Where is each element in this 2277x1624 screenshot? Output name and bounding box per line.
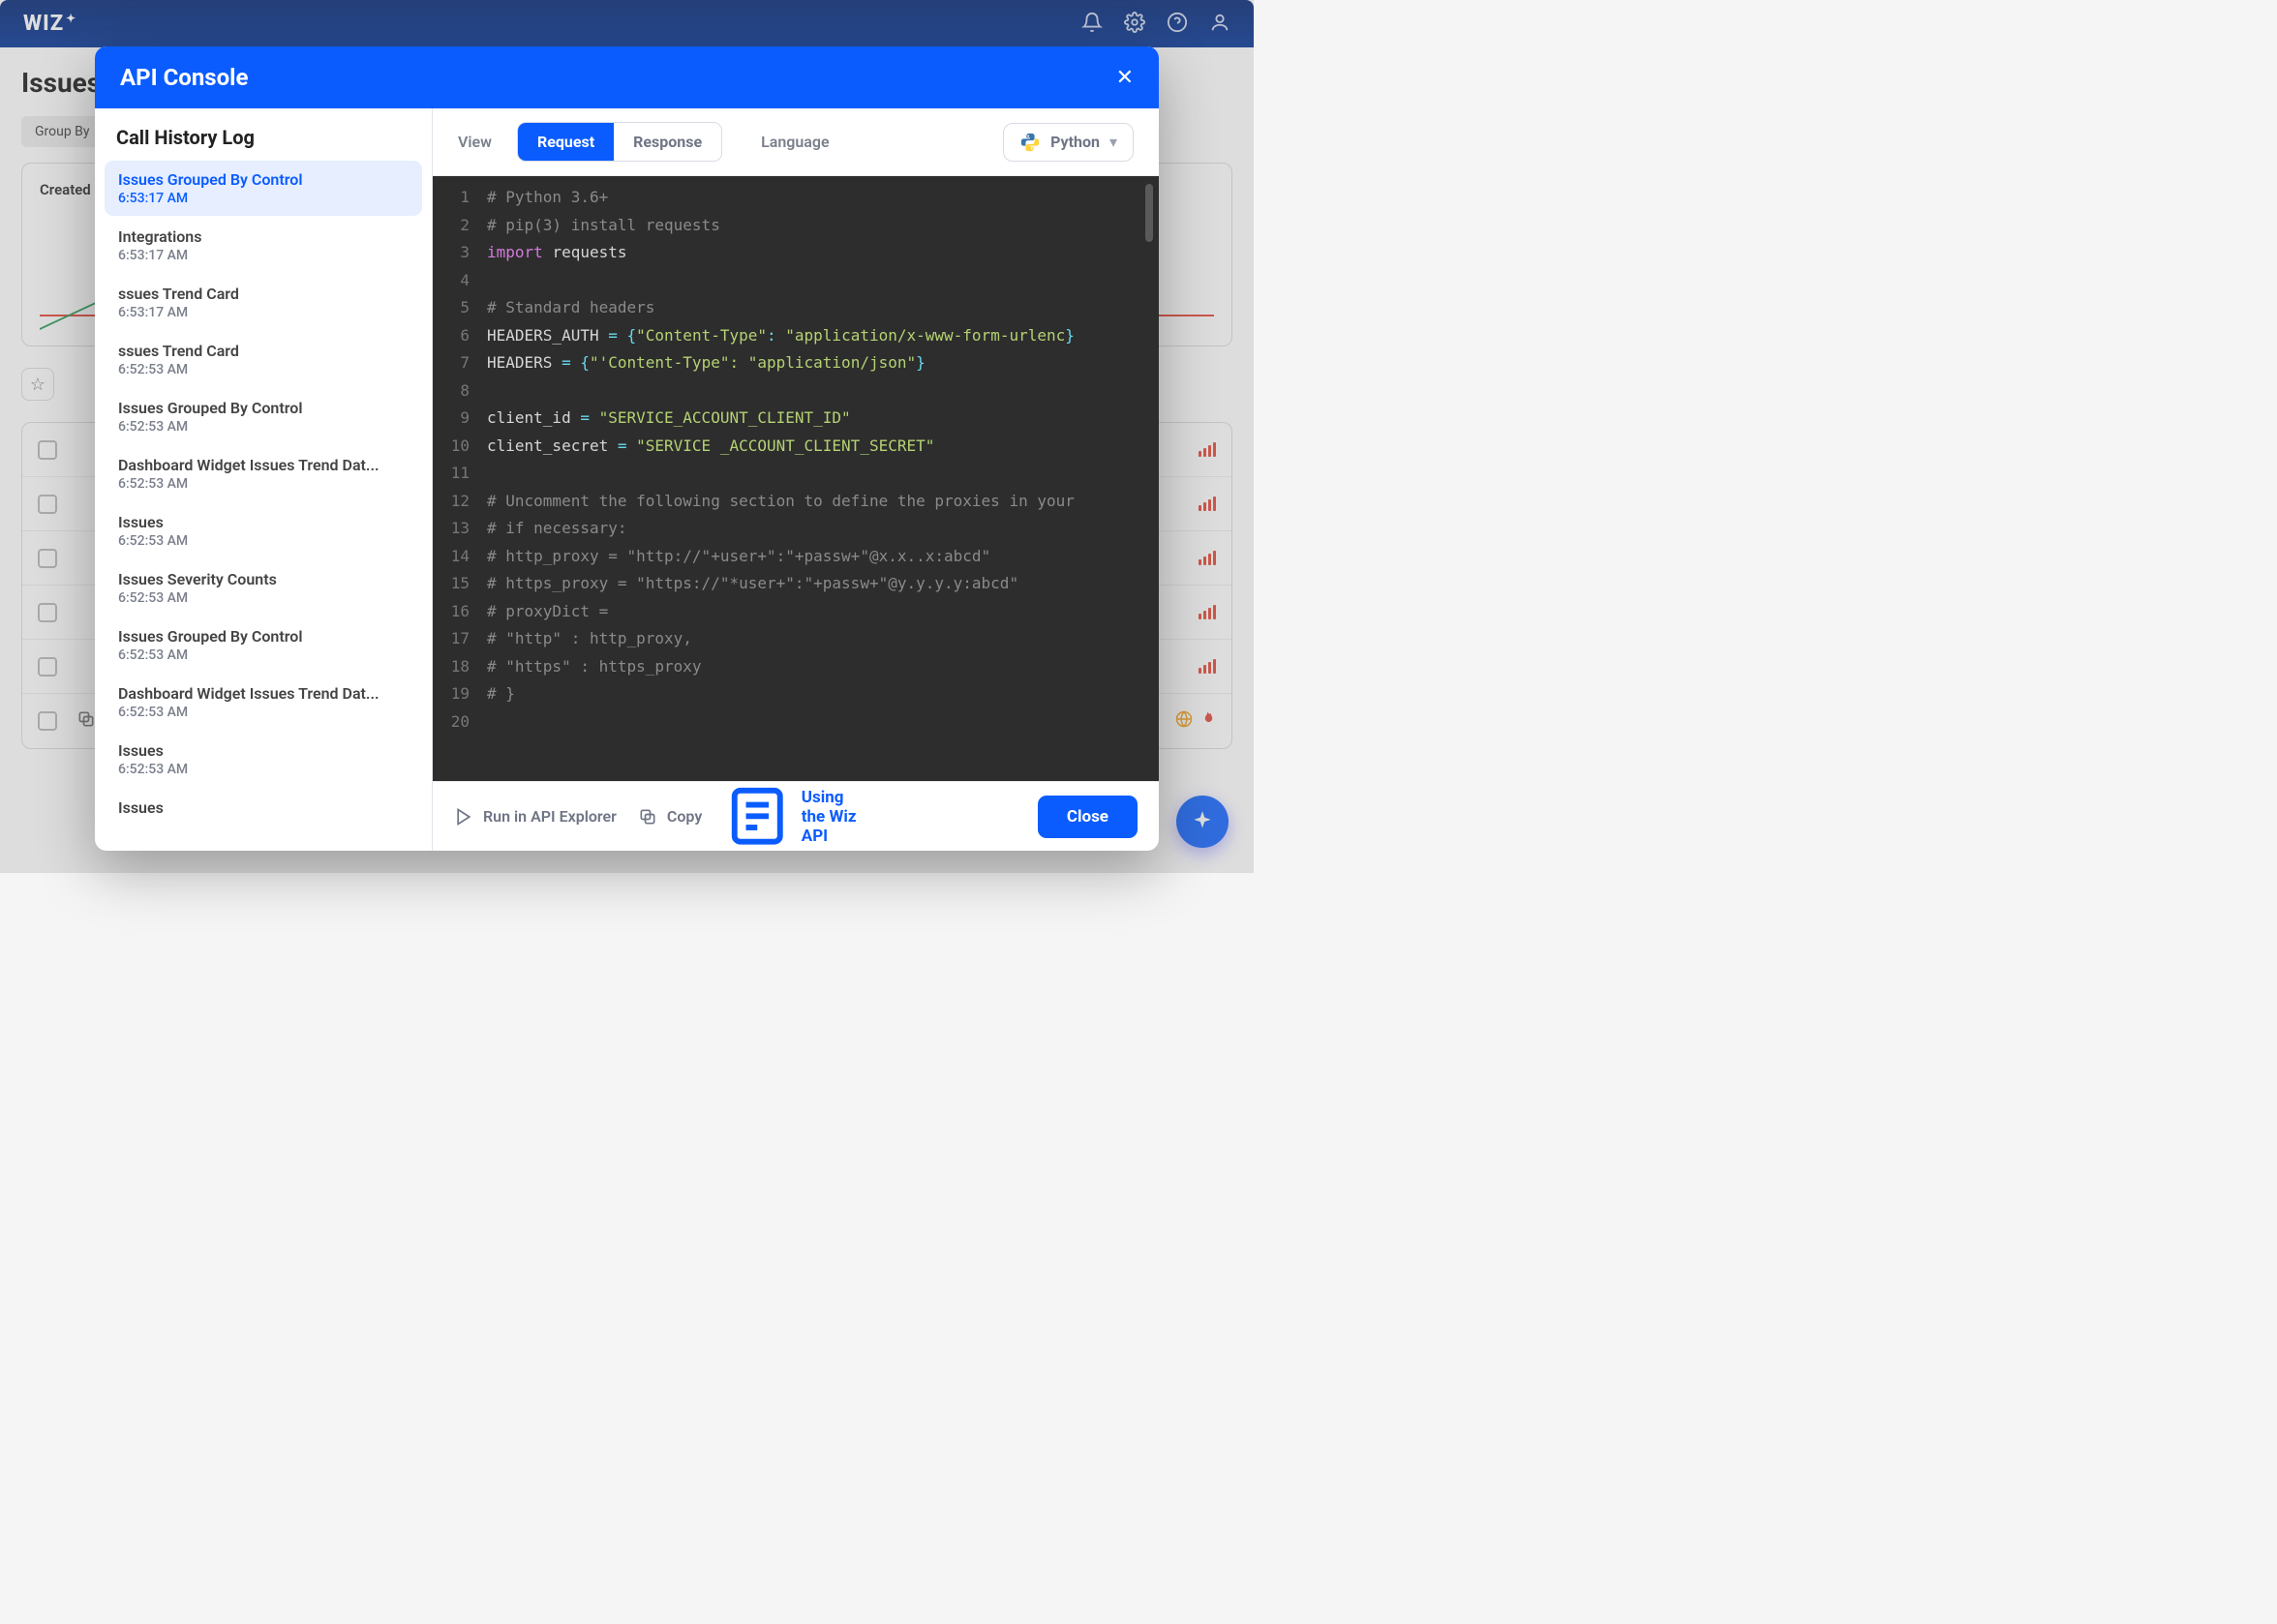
docs-label: Using the Wiz API	[802, 788, 865, 846]
history-item[interactable]: Issues Grouped By Control6:52:53 AM	[105, 617, 422, 673]
history-item[interactable]: ssues Trend Card 6:52:53 AM	[105, 332, 422, 387]
history-item[interactable]: Dashboard Widget Issues Trend Dat... 6:52…	[105, 675, 422, 730]
code-editor[interactable]: 1# Python 3.6+2# pip(3) install requests…	[433, 176, 1159, 781]
request-response-segment: Request Response	[517, 122, 722, 162]
language-select[interactable]: Python ▾	[1003, 123, 1134, 162]
close-button[interactable]: Close	[1038, 796, 1138, 838]
history-item-name: Issues	[118, 798, 409, 817]
tab-language[interactable]: Language	[761, 133, 830, 151]
python-icon	[1019, 132, 1041, 153]
tabs-bar: View Request Response Language Python ▾	[433, 108, 1159, 176]
history-item-name: Issues	[118, 741, 409, 760]
history-item-name: ssues Trend Card	[118, 342, 409, 360]
run-label: Run in API Explorer	[483, 807, 617, 826]
history-item-time: 6:52:53 AM	[118, 590, 409, 606]
history-item[interactable]: Issues Grouped By Control 6:53:17 AM	[105, 161, 422, 216]
language-label: Python	[1050, 133, 1100, 151]
history-item-time: 6:52:53 AM	[118, 647, 409, 663]
modal-overlay: API Console ✕ Call History Log Issues Gr…	[0, 0, 1254, 873]
tab-view[interactable]: View	[458, 133, 492, 151]
copy-icon	[638, 807, 657, 827]
history-item-time: 6:52:53 AM	[118, 419, 409, 435]
history-item-name: Issues Severity Counts	[118, 570, 409, 588]
history-item[interactable]: Issues Grouped By Control 6:52:53 AM	[105, 389, 422, 444]
history-item-time: 6:52:53 AM	[118, 533, 409, 549]
history-item[interactable]: Issues	[105, 789, 422, 827]
run-button[interactable]: Run in API Explorer	[454, 807, 617, 827]
history-item[interactable]: Dashboard Widget Issues Trend Dat... 6:52…	[105, 446, 422, 501]
history-item[interactable]: Issues 6:52:53 AM	[105, 732, 422, 787]
history-item-name: Issues Grouped By Control	[118, 627, 409, 646]
history-item-name: Dashboard Widget Issues Trend Dat...	[118, 456, 409, 474]
copy-button[interactable]: Copy	[638, 807, 702, 827]
api-console-modal: API Console ✕ Call History Log Issues Gr…	[95, 46, 1159, 851]
history-list[interactable]: Issues Grouped By Control6:53:17 AMInteg…	[95, 161, 432, 851]
tab-response[interactable]: Response	[614, 123, 721, 161]
history-item[interactable]: Integrations 6:53:17 AM	[105, 218, 422, 273]
history-item-name: ssues Trend Card	[118, 285, 409, 303]
history-sidebar: Call History Log Issues Grouped By Contr…	[95, 108, 433, 851]
history-item-time: 6:52:53 AM	[118, 705, 409, 720]
history-item[interactable]: ssues Trend Card 6:53:17 AM	[105, 275, 422, 330]
copy-label: Copy	[667, 807, 702, 826]
history-item-time: 6:53:17 AM	[118, 305, 409, 320]
history-item-name: Dashboard Widget Issues Trend Dat...	[118, 684, 409, 703]
history-item-time: 6:52:53 AM	[118, 362, 409, 377]
history-item-time: 6:53:17 AM	[118, 191, 409, 206]
modal-header: API Console ✕	[95, 46, 1159, 108]
modal-footer: Run in API Explorer Copy Using the Wiz A…	[433, 781, 1159, 851]
history-item-name: Integrations	[118, 227, 409, 246]
sidebar-title: Call History Log	[95, 108, 432, 161]
history-item-time: 6:52:53 AM	[118, 476, 409, 492]
history-item-name: Issues Grouped By Control	[118, 170, 409, 189]
history-item[interactable]: Issues 6:52:53 AM	[105, 503, 422, 558]
history-item-name: Issues	[118, 513, 409, 531]
history-item-name: Issues Grouped By Control	[118, 399, 409, 417]
play-icon	[454, 807, 473, 827]
tab-request[interactable]: Request	[518, 123, 614, 161]
history-item[interactable]: Issues Severity Counts 6:52:53 AM	[105, 560, 422, 616]
history-item-time: 6:52:53 AM	[118, 762, 409, 777]
scrollbar[interactable]	[1145, 184, 1153, 242]
chevron-down-icon: ▾	[1109, 133, 1117, 151]
modal-title: API Console	[120, 64, 248, 91]
close-icon[interactable]: ✕	[1116, 66, 1134, 90]
book-icon	[723, 782, 792, 851]
docs-link[interactable]: Using the Wiz API	[723, 782, 865, 851]
history-item-time: 6:53:17 AM	[118, 248, 409, 263]
